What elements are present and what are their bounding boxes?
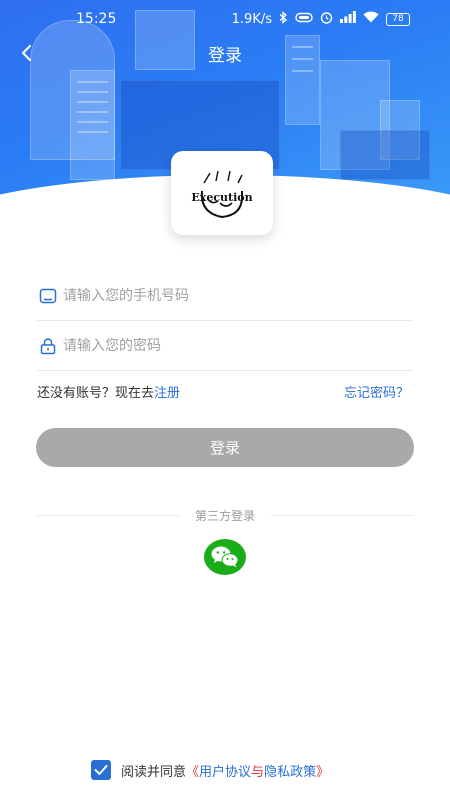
signal-icon xyxy=(340,11,356,27)
wifi-icon xyxy=(363,11,379,27)
no-account-text: 还没有账号？现在去 xyxy=(37,386,155,401)
page-title: 登录 xyxy=(208,45,242,66)
privacy-policy-link[interactable]: 隐私政策 xyxy=(264,761,316,780)
status-icons: 1.9K/s 78 xyxy=(231,10,410,28)
third-party-divider: 第三方登录 xyxy=(36,506,415,524)
phone-field[interactable] xyxy=(37,271,413,321)
third-party-label: 第三方登录 xyxy=(195,508,256,523)
agreement-row: 阅读并同意 《 用户协议 与 隐私政策 》 xyxy=(91,760,329,780)
open-quote: 《 xyxy=(186,764,200,780)
phone-icon xyxy=(39,288,57,303)
register-link[interactable]: 注册 xyxy=(154,386,180,401)
alarm-icon xyxy=(320,11,333,28)
account-links: 还没有账号？现在去注册 忘记密码？ xyxy=(37,382,409,401)
status-bar: 15:25 1.9K/s 78 xyxy=(0,0,450,38)
building-illustration xyxy=(340,130,430,180)
divider-line xyxy=(271,514,415,516)
register-prompt: 还没有账号？现在去注册 xyxy=(37,382,180,401)
nav-bar: 登录 xyxy=(0,38,450,68)
back-button[interactable] xyxy=(14,38,38,68)
checkmark-icon xyxy=(94,765,108,775)
and-text: 与 xyxy=(251,764,265,780)
battery-icon: 78 xyxy=(386,12,410,26)
phone-input[interactable] xyxy=(63,287,383,304)
forgot-password-link[interactable]: 忘记密码？ xyxy=(344,382,409,401)
user-agreement-link[interactable]: 用户协议 xyxy=(199,761,251,780)
status-time: 15:25 xyxy=(76,11,117,27)
login-button[interactable]: 登录 xyxy=(36,428,414,467)
agreement-checkbox[interactable] xyxy=(91,760,111,780)
password-field[interactable] xyxy=(37,321,413,371)
building-illustration xyxy=(70,70,115,180)
agreement-prefix: 阅读并同意 xyxy=(121,764,187,780)
app-logo: Execution xyxy=(171,151,273,235)
password-input[interactable] xyxy=(63,337,383,354)
network-speed: 1.9K/s xyxy=(231,11,272,27)
wechat-login-button[interactable] xyxy=(204,539,246,575)
close-quote: 》 xyxy=(316,764,330,780)
logo-text: Execution xyxy=(191,191,253,204)
wechat-icon xyxy=(211,546,239,567)
link-icon xyxy=(295,12,313,27)
bluetooth-icon xyxy=(279,10,288,28)
lock-icon xyxy=(40,337,56,354)
chevron-left-icon xyxy=(21,44,32,62)
divider-line xyxy=(36,514,179,516)
